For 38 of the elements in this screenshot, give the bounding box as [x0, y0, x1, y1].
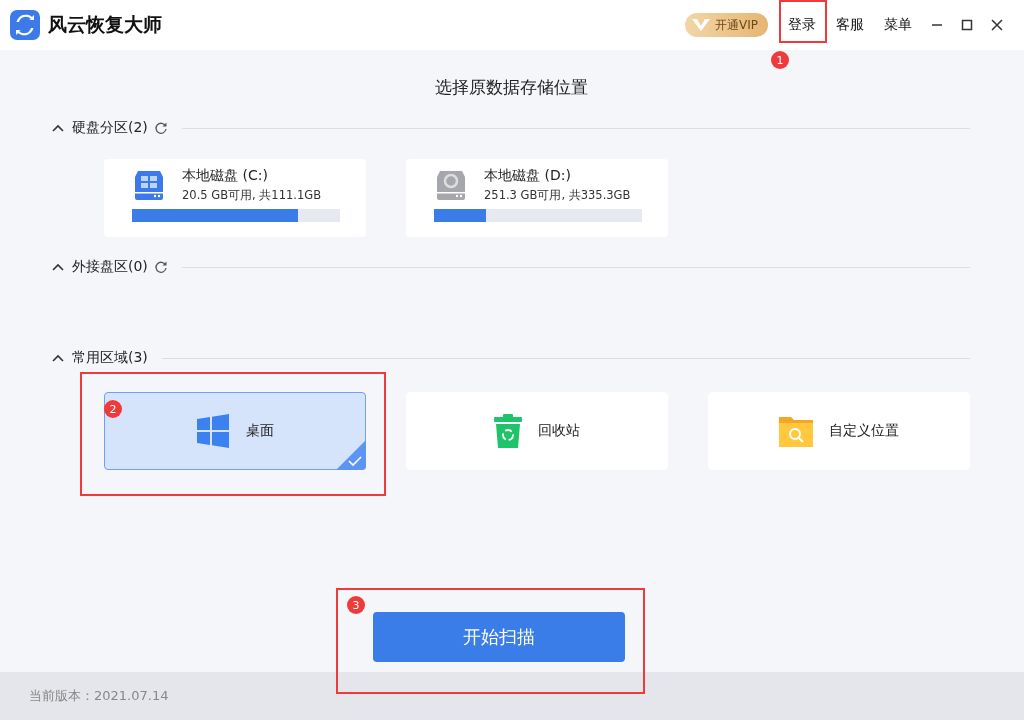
section-title: 硬盘分区(2): [72, 119, 148, 137]
recycle-bin-icon: [494, 414, 522, 448]
windows-logo-icon: [196, 414, 230, 448]
chevron-icon[interactable]: [52, 124, 64, 132]
system-drive-icon: [132, 168, 166, 202]
annotation-frame: [779, 0, 827, 43]
disk-card[interactable]: 本地磁盘 (D:) 251.3 GB可用, 共335.3GB: [406, 159, 668, 237]
vip-button[interactable]: 开通VIP: [685, 13, 768, 37]
location-card[interactable]: 自定义位置: [708, 392, 970, 470]
start-scan-button[interactable]: 开始扫描: [373, 612, 625, 662]
v-logo-icon: [691, 18, 711, 32]
location-label: 桌面: [246, 422, 274, 440]
chevron-icon[interactable]: [52, 263, 64, 271]
disk-name: 本地磁盘 (C:): [182, 167, 269, 185]
step-badge: 3: [347, 596, 365, 614]
disk-name: 本地磁盘 (D:): [484, 167, 572, 185]
check-corner-icon: [336, 440, 366, 470]
location-card[interactable]: 回收站: [406, 392, 668, 470]
hard-drive-icon: [434, 168, 468, 202]
location-label: 回收站: [538, 422, 580, 440]
page-heading: 选择原数据存储位置: [433, 76, 589, 99]
app-title: 风云恢复大师: [48, 12, 162, 37]
location-label: 自定义位置: [829, 422, 899, 440]
version-text: 当前版本：2021.07.14: [29, 687, 169, 705]
disk-card[interactable]: 本地磁盘 (C:) 20.5 GB可用, 共111.1GB: [104, 159, 366, 237]
section-title: 外接盘区(0): [72, 258, 148, 276]
disk-capacity: 251.3 GB可用, 共335.3GB: [484, 188, 631, 203]
folder-search-icon: [779, 415, 813, 447]
section-title: 常用区域(3): [72, 349, 148, 367]
refresh-icon[interactable]: [153, 260, 168, 274]
disk-capacity: 20.5 GB可用, 共111.1GB: [182, 188, 322, 203]
app-logo-icon: [10, 10, 40, 40]
menu-link[interactable]: 登录: [778, 0, 826, 50]
menu-link[interactable]: 客服: [826, 0, 874, 50]
step-badge: 1: [771, 51, 789, 69]
menu-link[interactable]: 菜单: [874, 0, 922, 50]
chevron-icon[interactable]: [52, 354, 64, 362]
refresh-icon[interactable]: [153, 121, 168, 135]
